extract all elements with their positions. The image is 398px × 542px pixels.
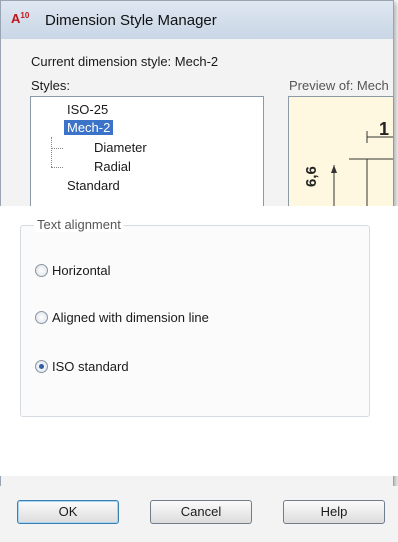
tree-connector-diameter — [51, 148, 63, 149]
current-style-label: Current dimension style: Mech-2 — [31, 54, 219, 69]
ok-button[interactable]: OK — [17, 500, 119, 524]
iso-standard-label: ISO standard — [52, 359, 129, 374]
text-alignment-title: Text alignment — [34, 217, 124, 232]
iso-standard-option[interactable]: ISO standard — [35, 359, 129, 374]
styles-label: Styles: — [31, 78, 71, 93]
radio-icon[interactable] — [35, 311, 48, 324]
style-item-iso-25[interactable]: ISO-25 — [67, 102, 108, 117]
preview-dimension-top: 1 — [379, 119, 390, 139]
autocad-icon: A10 — [11, 11, 30, 26]
preview-dimension-left: 6,6 — [303, 166, 320, 187]
style-item-radial[interactable]: Radial — [94, 159, 131, 174]
style-preview: 1 6,6 — [288, 96, 394, 208]
aligned-with-dimension-line-option[interactable]: Aligned with dimension line — [35, 310, 209, 325]
style-item-diameter[interactable]: Diameter — [94, 140, 147, 155]
preview-label: Preview of: Mech-2 — [289, 78, 389, 93]
cancel-button[interactable]: Cancel — [150, 500, 252, 524]
help-button[interactable]: Help — [283, 500, 385, 524]
horizontal-label: Horizontal — [52, 263, 111, 278]
horizontal-option[interactable]: Horizontal — [35, 263, 111, 278]
radio-icon[interactable] — [35, 264, 48, 277]
styles-list[interactable]: ISO-25 Mech-2 Diameter Radial Standard — [30, 96, 264, 208]
preview-drawing — [331, 131, 393, 207]
title-bar[interactable]: A10 Dimension Style Manager — [1, 1, 393, 39]
aligned-with-dimension-line-label: Aligned with dimension line — [52, 310, 209, 325]
radio-selected-icon[interactable] — [35, 360, 48, 373]
style-item-mech-2[interactable]: Mech-2 — [64, 120, 114, 135]
style-item-standard[interactable]: Standard — [67, 178, 120, 193]
tree-connector-radial — [51, 167, 63, 168]
window-title: Dimension Style Manager — [45, 12, 217, 29]
tree-connector-vertical — [51, 137, 52, 167]
